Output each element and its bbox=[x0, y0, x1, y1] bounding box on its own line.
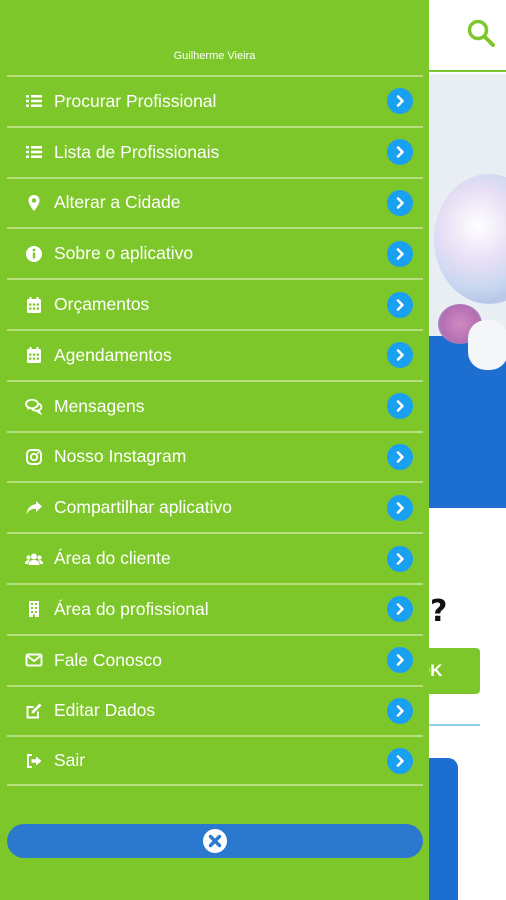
menu-item-mensagens[interactable]: Mensagens bbox=[7, 379, 423, 431]
chevron-right-icon bbox=[387, 189, 413, 216]
menu-item-sobre-aplicativo[interactable]: Sobre o aplicativo bbox=[7, 227, 423, 278]
menu-item-alterar-cidade[interactable]: Alterar a Cidade bbox=[7, 176, 423, 228]
menu-item-nosso-instagram[interactable]: Nosso Instagram bbox=[7, 430, 423, 482]
sign-out-icon bbox=[23, 750, 45, 772]
chevron-right-icon bbox=[387, 545, 413, 572]
menu-item-label: Área do profissional bbox=[54, 598, 209, 619]
chevron-right-icon bbox=[387, 139, 413, 166]
map-marker-icon bbox=[23, 192, 45, 214]
chevron-right-icon bbox=[387, 443, 413, 470]
chevron-right-icon bbox=[387, 747, 413, 774]
menu-item-label: Compartilhar aplicativo bbox=[54, 497, 232, 518]
menu-item-label: Sobre o aplicativo bbox=[54, 243, 194, 264]
envelope-icon bbox=[23, 649, 45, 671]
instagram-icon bbox=[23, 446, 45, 468]
drawer-menu: Procurar Profissional Lista de Profissio… bbox=[7, 75, 423, 787]
close-icon bbox=[203, 829, 227, 853]
close-drawer-button[interactable] bbox=[7, 824, 423, 858]
calendar-icon bbox=[23, 344, 45, 366]
menu-item-area-do-cliente[interactable]: Área do cliente bbox=[7, 532, 423, 583]
building-icon bbox=[23, 598, 45, 620]
side-drawer: Guilherme Vieira Procurar Profissional L… bbox=[0, 0, 429, 900]
list-icon bbox=[23, 90, 45, 112]
chevron-right-icon bbox=[387, 240, 413, 267]
info-icon bbox=[23, 243, 45, 265]
menu-item-label: Mensagens bbox=[54, 395, 145, 416]
chevron-right-icon bbox=[387, 393, 413, 420]
edit-icon bbox=[23, 700, 45, 722]
chevron-right-icon bbox=[387, 88, 413, 115]
ok-button[interactable]: OK bbox=[428, 648, 480, 694]
chevron-right-icon bbox=[387, 342, 413, 369]
menu-item-orcamentos[interactable]: Orçamentos bbox=[7, 278, 423, 329]
chevron-right-icon bbox=[387, 647, 413, 674]
menu-item-label: Editar Dados bbox=[54, 700, 156, 721]
menu-item-label: Orçamentos bbox=[54, 294, 150, 315]
menu-item-editar-dados[interactable]: Editar Dados bbox=[7, 684, 423, 736]
menu-item-label: Alterar a Cidade bbox=[54, 192, 181, 213]
menu-item-label: Nosso Instagram bbox=[54, 446, 187, 467]
section-heading: ? bbox=[430, 594, 448, 629]
menu-item-label: Área do cliente bbox=[54, 548, 171, 569]
list-icon bbox=[23, 141, 45, 163]
hero-banner bbox=[428, 74, 506, 508]
users-icon bbox=[23, 548, 45, 570]
share-icon bbox=[23, 497, 45, 519]
menu-item-agendamentos[interactable]: Agendamentos bbox=[7, 328, 423, 380]
search-icon[interactable] bbox=[466, 18, 496, 48]
chevron-right-icon bbox=[387, 291, 413, 318]
menu-item-area-do-profissional[interactable]: Área do profissional bbox=[7, 582, 423, 634]
menu-item-lista-de-profissionais[interactable]: Lista de Profissionais bbox=[7, 125, 423, 177]
menu-item-procurar-profissional[interactable]: Procurar Profissional bbox=[7, 75, 423, 126]
menu-item-label: Procurar Profissional bbox=[54, 90, 217, 111]
promo-card[interactable] bbox=[428, 758, 458, 900]
menu-item-label: Fale Conosco bbox=[54, 649, 162, 670]
menu-item-compartilhar-aplicativo[interactable]: Compartilhar aplicativo bbox=[7, 481, 423, 532]
chevron-right-icon bbox=[387, 494, 413, 521]
divider bbox=[428, 724, 480, 726]
menu-item-fale-conosco[interactable]: Fale Conosco bbox=[7, 633, 423, 685]
calendar-icon bbox=[23, 294, 45, 316]
menu-item-sair[interactable]: Sair bbox=[7, 735, 423, 787]
chat-icon bbox=[23, 395, 45, 417]
menu-item-label: Sair bbox=[54, 750, 86, 771]
chevron-right-icon bbox=[387, 697, 413, 724]
menu-item-label: Agendamentos bbox=[54, 344, 172, 365]
user-name: Guilherme Vieira bbox=[173, 50, 256, 62]
chevron-right-icon bbox=[387, 596, 413, 623]
menu-item-label: Lista de Profissionais bbox=[54, 141, 220, 162]
